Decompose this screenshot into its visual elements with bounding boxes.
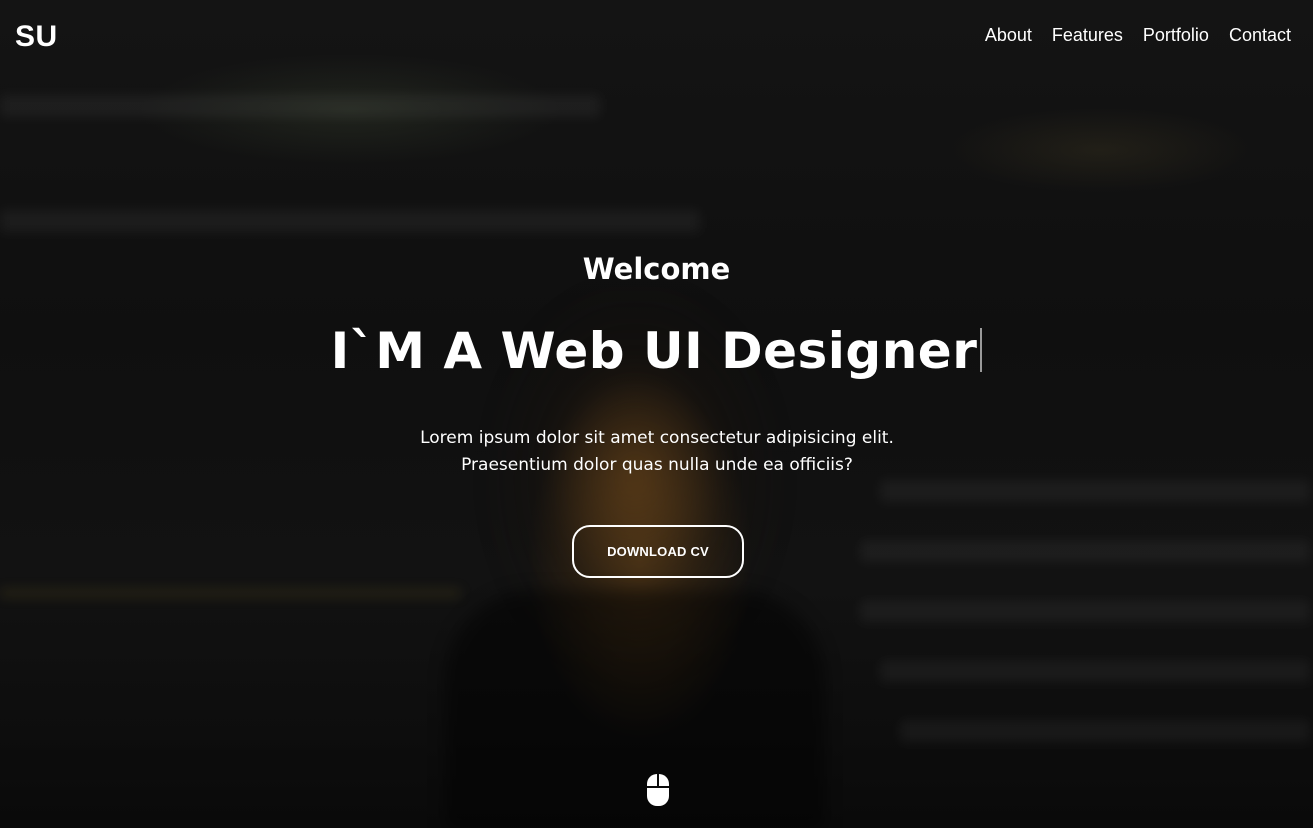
hero-section: SU About Features Portfolio Contact Welc… bbox=[0, 0, 1313, 828]
nav-link-features[interactable]: Features bbox=[1052, 25, 1123, 46]
typing-cursor bbox=[980, 328, 983, 372]
typed-text: I`M A Web UI Designer bbox=[330, 322, 978, 380]
hero-headline: I`M A Web UI Designer bbox=[0, 322, 1313, 380]
nav-link-about[interactable]: About bbox=[985, 25, 1032, 46]
mouse-icon-graphic bbox=[647, 774, 669, 806]
mouse-icon[interactable] bbox=[646, 773, 670, 807]
site-logo[interactable]: SU bbox=[15, 20, 58, 54]
hero-description: Lorem ipsum dolor sit amet consectetur a… bbox=[420, 428, 894, 475]
download-cv-button[interactable]: DOWNLOAD CV bbox=[572, 525, 744, 578]
top-navbar: SU About Features Portfolio Contact bbox=[0, 0, 1313, 76]
welcome-heading: Welcome bbox=[582, 252, 731, 286]
nav-link-contact[interactable]: Contact bbox=[1229, 25, 1291, 46]
nav-links: About Features Portfolio Contact bbox=[985, 25, 1291, 46]
hero-content: Welcome I`M A Web UI Designer Lorem ipsu… bbox=[0, 0, 1313, 828]
nav-link-portfolio[interactable]: Portfolio bbox=[1143, 25, 1209, 46]
